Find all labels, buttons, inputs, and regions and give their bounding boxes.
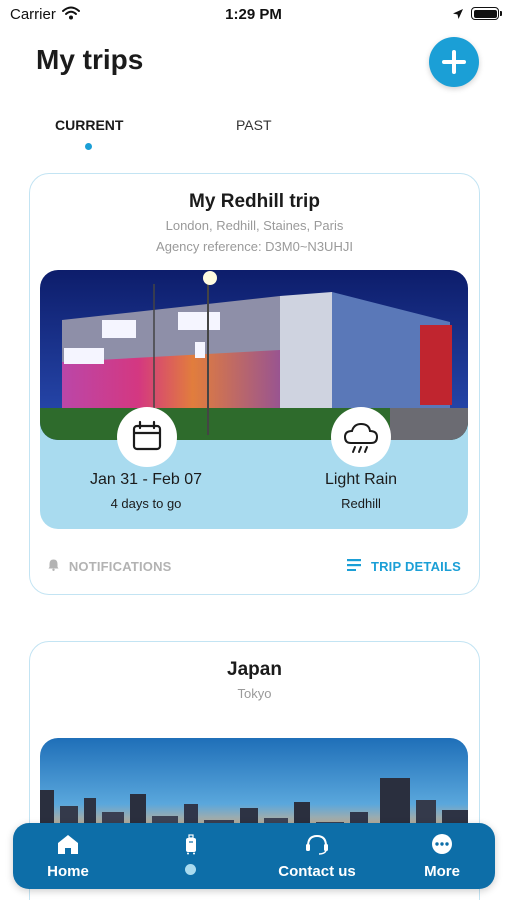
tab-current[interactable]: CURRENT [55,117,123,133]
bell-icon [48,559,63,574]
location-arrow-icon [452,7,464,25]
trip-locations: London, Redhill, Staines, Paris [165,218,344,233]
trip-dates: Jan 31 - Feb 07 [89,471,203,488]
cloud-rain-icon [331,407,391,467]
notifications-label: NOTIFICATIONS [68,559,172,574]
trip-locations: Tokyo [237,686,272,701]
status-bar: Carrier 1:29 PM [0,0,507,28]
agency-reference: Agency reference: D3M0~N3UHJI [156,239,353,254]
notifications-button[interactable]: NOTIFICATIONS [48,559,172,574]
active-nav-indicator [185,864,196,875]
trip-photo [40,270,468,440]
battery-icon [471,7,502,20]
nav-more-label: More [424,863,460,880]
active-tab-indicator [85,143,92,150]
headset-icon [262,833,372,855]
status-time: 1:29 PM [225,6,282,23]
trip-title: My Redhill trip [189,191,320,212]
trip-card[interactable]: My Redhill trip London, Redhill, Staines… [29,173,480,595]
nav-contact-us-label: Contact us [278,863,356,880]
nav-home-label: Home [47,863,89,880]
trip-details-button[interactable]: TRIP DETAILS [347,559,461,574]
weather-condition: Light Rain [324,471,398,488]
weather-location: Redhill [341,496,381,511]
more-dots-icon [387,833,497,855]
trip-countdown: 4 days to go [110,496,182,511]
nav-contact-us[interactable]: Contact us [262,823,372,889]
trip-details-label: TRIP DETAILS [370,559,461,574]
trip-title: Japan [227,659,282,680]
add-trip-button[interactable] [429,37,479,87]
luggage-icon [136,833,246,855]
page-title: My trips [36,44,144,75]
home-icon [13,833,123,855]
calendar-icon [117,407,177,467]
nav-more[interactable]: More [387,823,497,889]
list-icon [347,559,365,574]
nav-home[interactable]: Home [13,823,123,889]
bottom-navigation: Home Contact us More [13,823,495,889]
tab-past[interactable]: PAST [236,117,272,133]
nav-trips[interactable] [136,823,246,889]
